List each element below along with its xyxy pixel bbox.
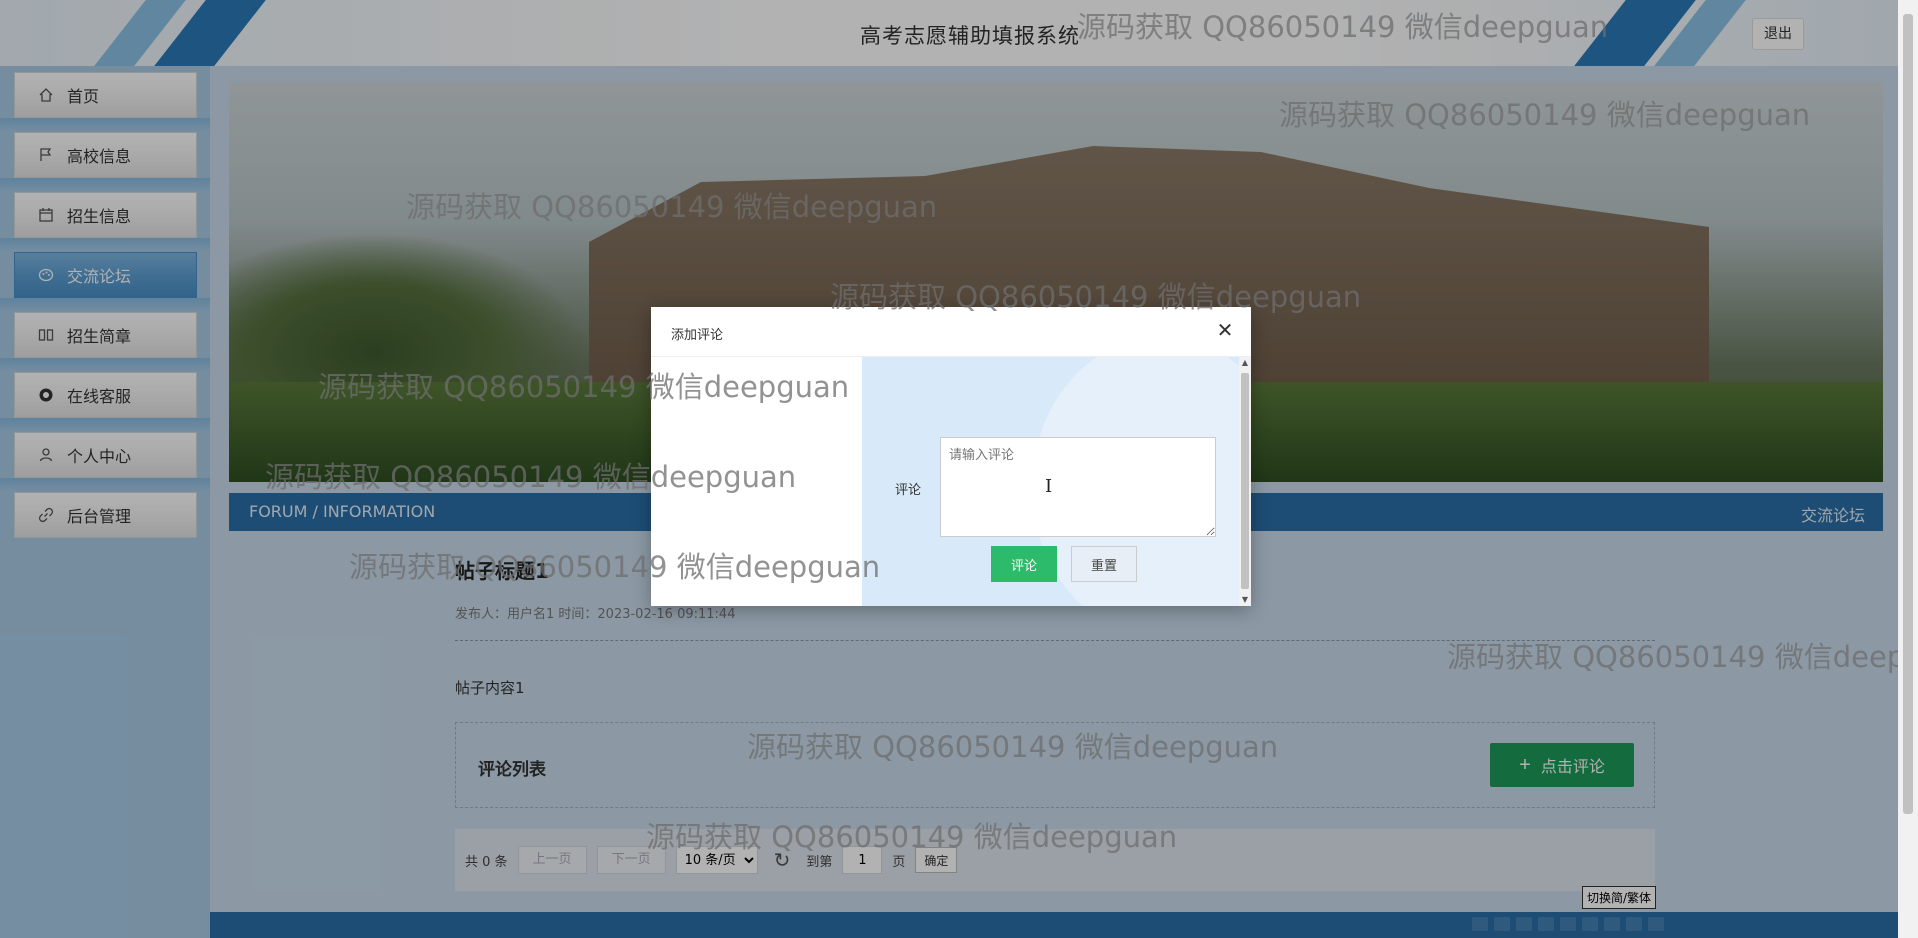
comment-field-label: 评论 [895,483,922,498]
dialog-title: 添加评论 [671,328,724,343]
add-comment-dialog: 添加评论 ✕ 评论 评论 重置 ▲ ▼ [651,307,1251,606]
scroll-thumb[interactable] [1241,373,1249,589]
submit-comment-button[interactable]: 评论 [991,546,1057,582]
close-icon[interactable]: ✕ [1213,319,1237,343]
page-scrollbar[interactable] [1898,0,1918,938]
reset-button[interactable]: 重置 [1071,546,1137,582]
text-cursor-icon: I [1045,476,1053,497]
comment-textarea[interactable] [940,437,1216,537]
dialog-body: 评论 评论 重置 [651,357,1239,606]
scroll-down-icon[interactable]: ▼ [1239,594,1251,606]
scroll-up-icon[interactable]: ▲ [1239,357,1251,369]
page-scroll-thumb[interactable] [1903,14,1913,814]
dialog-header: 添加评论 ✕ [651,307,1251,357]
dialog-scrollbar[interactable]: ▲ ▼ [1239,357,1251,606]
